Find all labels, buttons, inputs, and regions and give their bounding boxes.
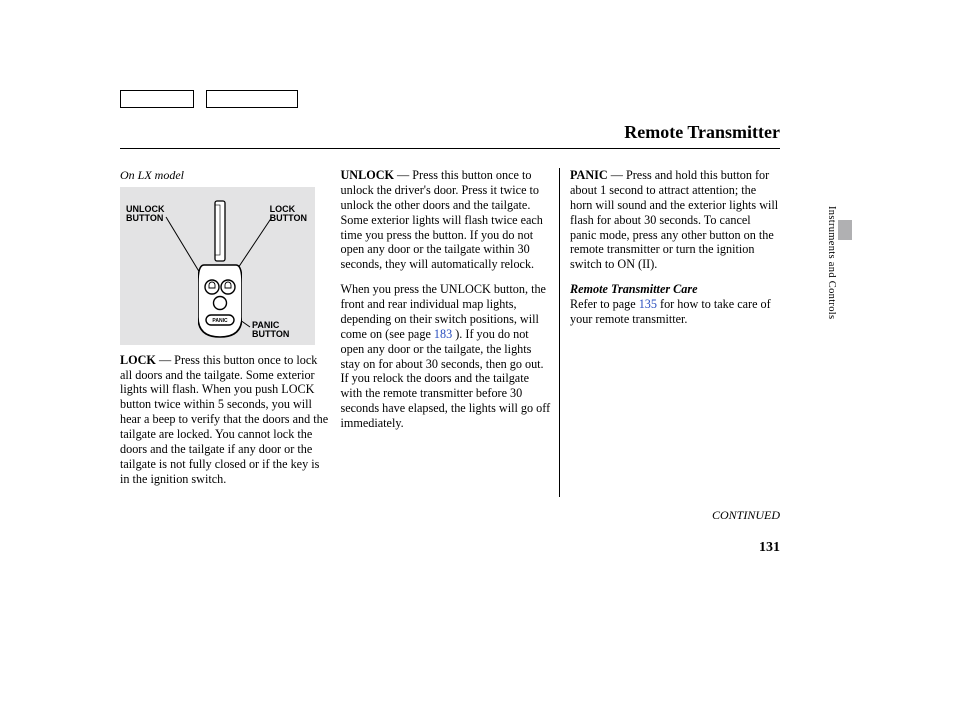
figure-caption: On LX model [120, 168, 330, 183]
panic-body: Press and hold this button for about 1 s… [570, 168, 778, 271]
nav-box-next[interactable] [206, 90, 298, 108]
section-thumb-tab [838, 220, 852, 240]
lock-lead: LOCK [120, 353, 156, 367]
lock-body: Press this button once to lock all doors… [120, 353, 328, 486]
unlock-paragraph-2: When you press the UNLOCK button, the fr… [341, 282, 551, 431]
care-paragraph: Remote Transmitter Care Refer to page 13… [570, 282, 780, 327]
column-3: PANIC — Press and hold this button for a… [570, 168, 780, 497]
page-title: Remote Transmitter [624, 122, 780, 143]
column-1: On LX model UNLOCK BUTTON LOCK BUTTON PA… [120, 168, 330, 497]
unlock-body: Press this button once to unlock the dri… [341, 168, 543, 271]
nav-prev-next-placeholder [120, 90, 306, 108]
care-heading: Remote Transmitter Care [570, 282, 698, 296]
panic-word-on-button: PANIC [212, 318, 228, 324]
unlock-gap: — [394, 168, 412, 182]
panic-gap: — [608, 168, 626, 182]
column-2: UNLOCK — Press this button once to unloc… [341, 168, 560, 497]
unlock-lead: UNLOCK [341, 168, 395, 182]
title-rule [120, 148, 780, 149]
page-ref-135[interactable]: 135 [639, 297, 657, 311]
panic-paragraph: PANIC — Press and hold this button for a… [570, 168, 780, 272]
lock-paragraph: LOCK — Press this button once to lock al… [120, 353, 330, 487]
content-columns: On LX model UNLOCK BUTTON LOCK BUTTON PA… [120, 168, 780, 497]
panic-lead: PANIC [570, 168, 608, 182]
continued-label: CONTINUED [712, 508, 780, 523]
unlock-paragraph: UNLOCK — Press this button once to unloc… [341, 168, 551, 272]
page-number: 131 [759, 540, 780, 556]
nav-box-prev[interactable] [120, 90, 194, 108]
lock-gap: — [156, 353, 174, 367]
key-fob-icon: PANIC [198, 199, 242, 339]
care-a: Refer to page [570, 297, 639, 311]
page-ref-183[interactable]: 183 [434, 327, 452, 341]
unlock2-b: ). If you do not open any door or the ta… [341, 327, 551, 430]
key-fob-figure: UNLOCK BUTTON LOCK BUTTON PANIC BUTTON [120, 187, 315, 345]
section-label: Instruments and Controls [826, 206, 837, 319]
